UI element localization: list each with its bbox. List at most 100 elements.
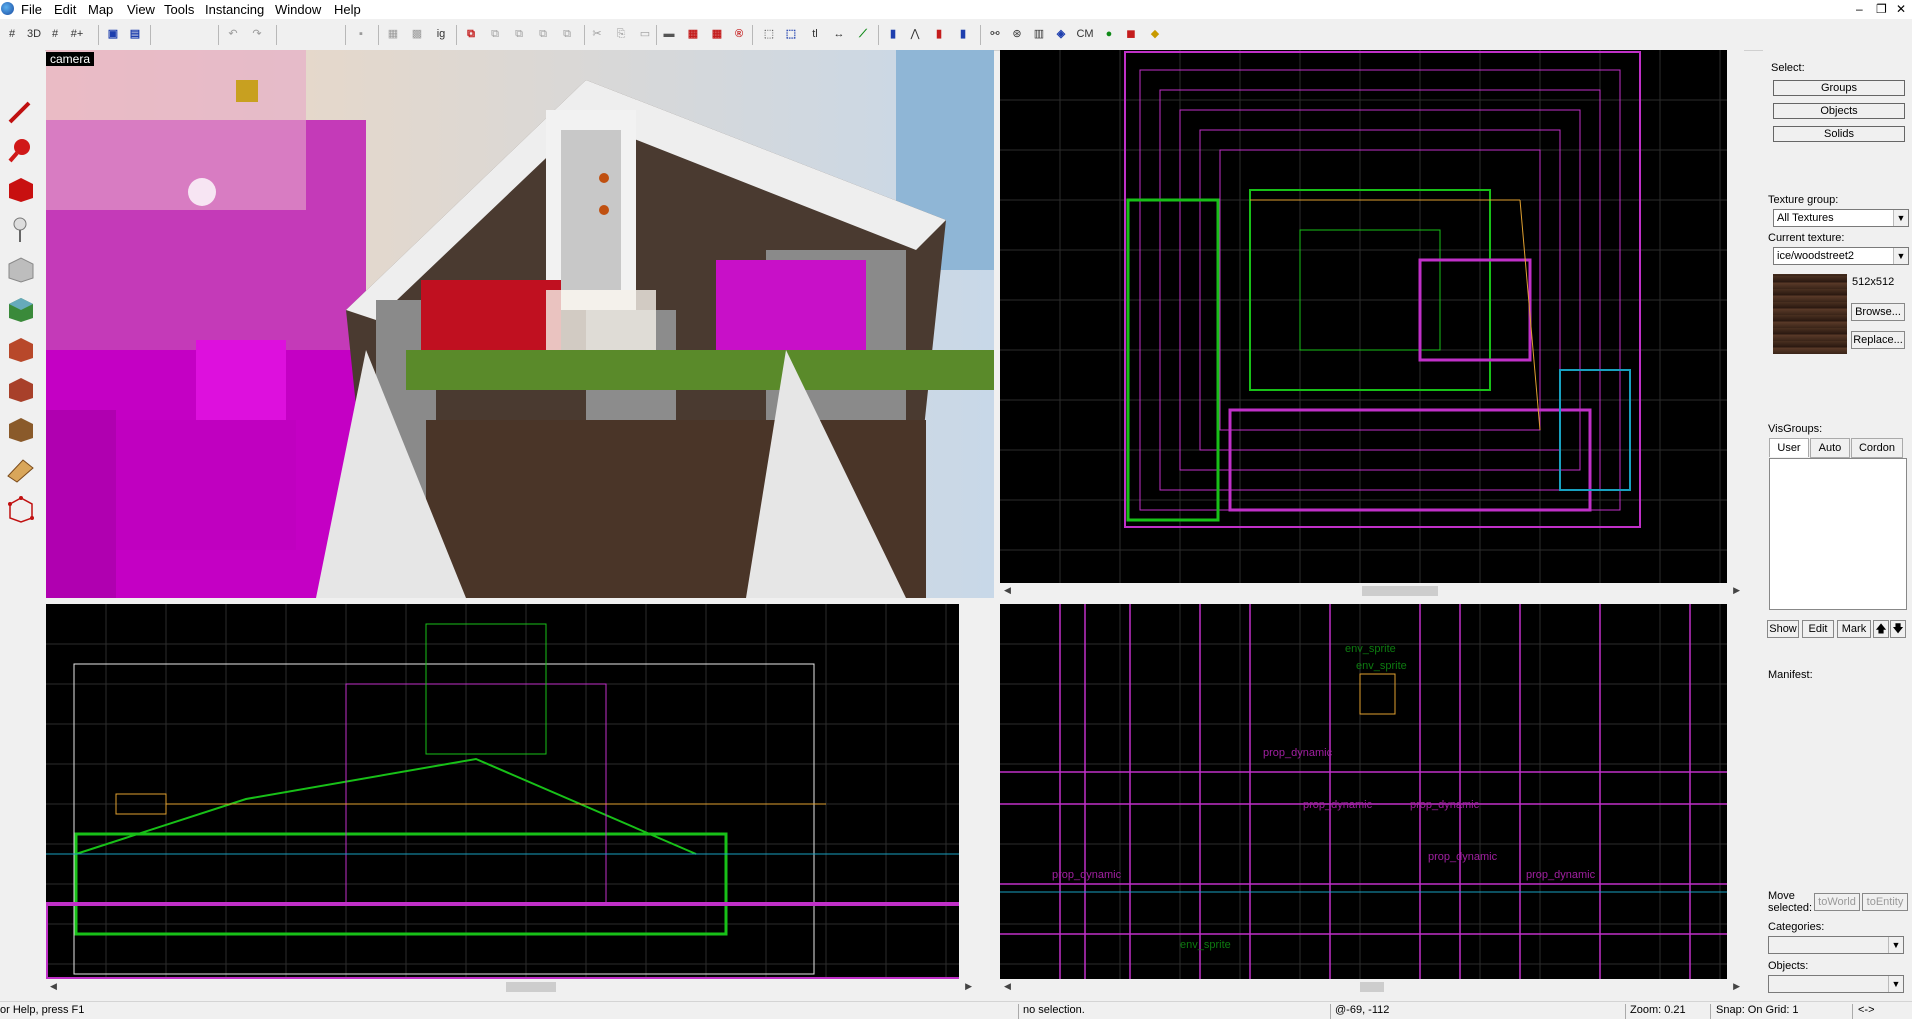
compile-icon[interactable]: ▥: [1030, 25, 1048, 43]
clipping-tool-icon[interactable]: [5, 454, 35, 484]
scroll-thumb[interactable]: [506, 982, 556, 992]
tab-cordon[interactable]: Cordon: [1851, 438, 1903, 458]
grid-larger-icon[interactable]: #+: [68, 25, 86, 43]
texture-scale-lock-icon[interactable]: ▦: [684, 25, 702, 43]
viewport-label-camera[interactable]: camera: [46, 52, 95, 66]
scroll-right-icon[interactable]: ▶: [1733, 981, 1740, 992]
menu-edit[interactable]: Edit: [54, 2, 76, 17]
tab-user[interactable]: User: [1769, 438, 1809, 457]
selection-2-icon[interactable]: ▩: [408, 25, 426, 43]
size-box-icon[interactable]: ⬚: [760, 25, 778, 43]
scroll-left-icon[interactable]: ◀: [1004, 585, 1011, 596]
transform-icon[interactable]: ⟋: [854, 25, 872, 43]
side-viewport-hscroll[interactable]: ◀ ▶: [1000, 979, 1744, 995]
check-problems-icon[interactable]: ▮: [954, 25, 972, 43]
top-viewport-hscroll[interactable]: ◀ ▶: [1000, 583, 1744, 599]
close-button[interactable]: ✕: [1896, 2, 1906, 16]
draw-icon[interactable]: ◼: [1122, 25, 1140, 43]
unhide-icon[interactable]: ⧉: [510, 25, 528, 43]
browse-button[interactable]: Browse...: [1851, 303, 1905, 321]
grid-toggle-icon[interactable]: #: [3, 25, 21, 43]
copy-icon[interactable]: ⎘: [612, 25, 630, 43]
front-viewport[interactable]: [46, 604, 976, 979]
to-entity-button[interactable]: toEntity: [1862, 893, 1908, 911]
path-icon[interactable]: ⋀: [906, 25, 924, 43]
mark-button[interactable]: Mark: [1837, 620, 1871, 638]
current-texture-select[interactable]: ice/woodstreet2 ▼: [1773, 247, 1909, 265]
groups-button[interactable]: Groups: [1773, 80, 1905, 96]
select-box-icon[interactable]: ⬚: [782, 25, 800, 43]
carve-icon[interactable]: ▪: [352, 25, 370, 43]
ignore-groups-icon[interactable]: ig: [432, 25, 450, 43]
block-tool-icon[interactable]: [5, 254, 35, 284]
to-world-button[interactable]: toWorld: [1814, 893, 1860, 911]
menu-instancing[interactable]: Instancing: [205, 2, 264, 17]
texture-preview[interactable]: [1773, 274, 1847, 354]
side-viewport[interactable]: env_sprite env_sprite prop_dynamic prop_…: [1000, 604, 1744, 979]
minimize-button[interactable]: –: [1856, 2, 1863, 16]
menu-tools[interactable]: Tools: [164, 2, 194, 17]
layers-icon[interactable]: ◈: [1052, 25, 1070, 43]
cm-button[interactable]: CM: [1074, 25, 1096, 43]
menu-help[interactable]: Help: [334, 2, 361, 17]
front-viewport-hscroll[interactable]: ◀ ▶: [46, 979, 976, 995]
quick-hide-icon[interactable]: ▮: [884, 25, 902, 43]
side-viewport-vscroll[interactable]: [1727, 604, 1744, 979]
show-button[interactable]: Show: [1767, 620, 1799, 638]
menu-map[interactable]: Map: [88, 2, 113, 17]
visgroup-icon[interactable]: ⧉: [534, 25, 552, 43]
texture-group-select[interactable]: All Textures ▼: [1773, 209, 1909, 227]
registered-icon[interactable]: ®: [730, 25, 748, 43]
texture-lock-icon[interactable]: ▬: [660, 25, 678, 43]
tab-auto[interactable]: Auto: [1810, 438, 1850, 458]
vertex-tool-icon[interactable]: [5, 494, 35, 524]
run-icon[interactable]: ◆: [1146, 25, 1164, 43]
texture-app-tool-icon[interactable]: [5, 294, 35, 324]
entity-tool-icon[interactable]: [5, 214, 35, 244]
cube-icon[interactable]: ⊛: [1008, 25, 1026, 43]
undo-icon[interactable]: ↶: [224, 25, 242, 43]
selection-tool-icon[interactable]: [5, 97, 35, 127]
replace-button[interactable]: Replace...: [1851, 331, 1905, 349]
entity-report-icon[interactable]: ▮: [930, 25, 948, 43]
restore-button[interactable]: ❐: [1876, 2, 1887, 16]
scroll-thumb[interactable]: [1362, 586, 1438, 596]
menu-view[interactable]: View: [127, 2, 155, 17]
visgroup-list[interactable]: [1769, 458, 1907, 610]
group-icon[interactable]: ▣: [104, 25, 122, 43]
edit-button[interactable]: Edit: [1802, 620, 1834, 638]
apply-texture-tool-icon[interactable]: [5, 334, 35, 364]
move-up-button[interactable]: 🡅: [1873, 620, 1889, 638]
entity-tool-icon[interactable]: ⚯: [986, 25, 1004, 43]
scroll-right-icon[interactable]: ▶: [965, 981, 972, 992]
overlay-tool-icon[interactable]: [5, 414, 35, 444]
texture-tool-icon[interactable]: tl: [806, 25, 824, 43]
3d-grid-icon[interactable]: 3D: [25, 25, 43, 43]
objects-select[interactable]: ▼: [1768, 975, 1904, 993]
visgroup-2-icon[interactable]: ⧉: [558, 25, 576, 43]
magnify-tool-icon[interactable]: [5, 135, 35, 165]
scroll-left-icon[interactable]: ◀: [50, 981, 57, 992]
objects-button[interactable]: Objects: [1773, 103, 1905, 119]
camera-tool-icon[interactable]: [5, 174, 35, 204]
solids-button[interactable]: Solids: [1773, 126, 1905, 142]
menu-window[interactable]: Window: [275, 2, 321, 17]
top-viewport[interactable]: [1000, 50, 1744, 583]
redo-icon[interactable]: ↷: [248, 25, 266, 43]
categories-select[interactable]: ▼: [1768, 936, 1904, 954]
move-down-button[interactable]: 🡇: [1890, 620, 1906, 638]
hide-selected-icon[interactable]: ⧉: [462, 25, 480, 43]
scroll-right-icon[interactable]: ▶: [1733, 585, 1740, 596]
decal-tool-icon[interactable]: [5, 374, 35, 404]
ungroup-icon[interactable]: ▤: [126, 25, 144, 43]
selection-icon[interactable]: ▦: [384, 25, 402, 43]
top-viewport-vscroll[interactable]: [1727, 50, 1744, 583]
globe-icon[interactable]: ●: [1100, 25, 1118, 43]
menu-file[interactable]: File: [21, 2, 42, 17]
flip-icon[interactable]: ↔: [830, 25, 848, 43]
texture-apply-icon[interactable]: ▦: [708, 25, 726, 43]
grid-dots-icon[interactable]: #: [46, 25, 64, 43]
scroll-left-icon[interactable]: ◀: [1004, 981, 1011, 992]
front-viewport-vscroll[interactable]: [959, 604, 976, 979]
camera-viewport[interactable]: camera: [46, 50, 994, 598]
